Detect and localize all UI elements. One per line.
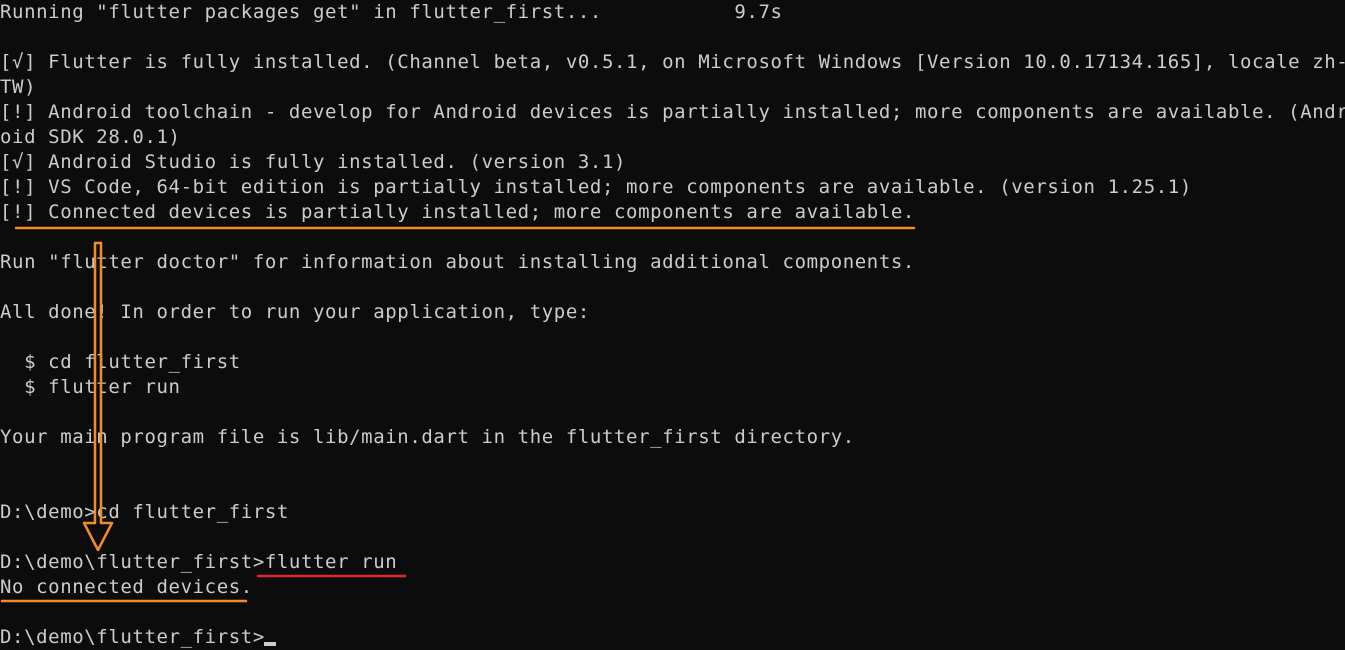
terminal-window[interactable]: Running "flutter packages get" in flutte… bbox=[0, 0, 1345, 650]
terminal-line: All done! In order to run your applicati… bbox=[0, 301, 590, 323]
terminal-line: Your main program file is lib/main.dart … bbox=[0, 426, 855, 448]
terminal-line: [√] Android Studio is fully installed. (… bbox=[0, 151, 627, 173]
terminal-line: oid SDK 28.0.1) bbox=[0, 126, 181, 148]
terminal-line-connected-devices: [!] Connected devices is partially insta… bbox=[0, 201, 915, 223]
text-cursor bbox=[264, 642, 276, 646]
terminal-line: Running "flutter packages get" in flutte… bbox=[0, 1, 783, 23]
terminal-line: [!] Android toolchain - develop for Andr… bbox=[0, 101, 1345, 123]
terminal-line: D:\demo>cd flutter_first bbox=[0, 501, 289, 523]
terminal-line-no-devices: No connected devices. bbox=[0, 576, 253, 598]
terminal-line: $ flutter run bbox=[0, 376, 181, 398]
terminal-line: $ cd flutter_first bbox=[0, 351, 241, 373]
terminal-line: TW) bbox=[0, 76, 37, 98]
terminal-line: [√] Flutter is fully installed. (Channel… bbox=[0, 51, 1345, 73]
terminal-prompt[interactable]: D:\demo\flutter_first> bbox=[0, 625, 265, 650]
terminal-line: Run "flutter doctor" for information abo… bbox=[0, 251, 915, 273]
terminal-line: [!] VS Code, 64-bit edition is partially… bbox=[0, 176, 1192, 198]
terminal-line-flutter-run: D:\demo\flutter_first>flutter run bbox=[0, 551, 398, 573]
